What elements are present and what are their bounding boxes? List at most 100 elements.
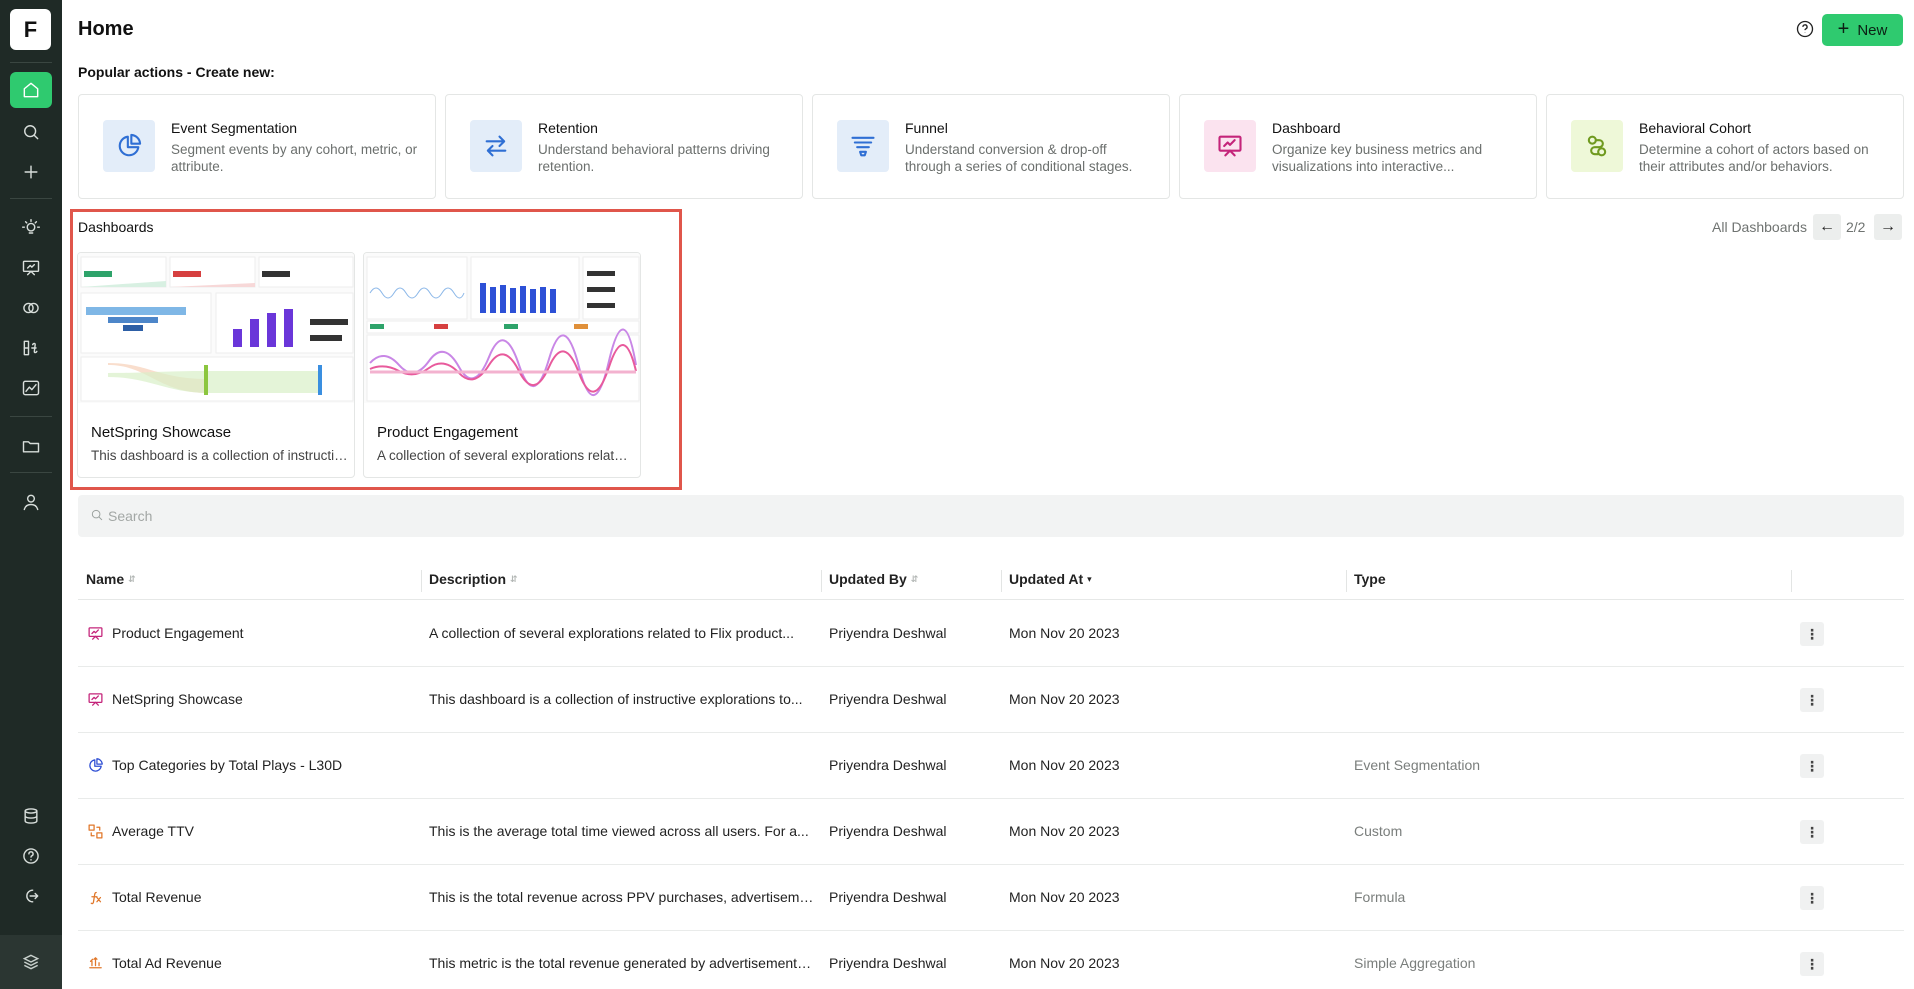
dashboard-card-title: Product Engagement [377,424,518,441]
kebab-icon: ⋮ [1805,823,1819,840]
sidebar-item-insights[interactable] [10,210,52,246]
next-page-button[interactable]: → [1874,214,1902,240]
new-button-label: New [1857,21,1888,39]
presentation-icon [22,260,40,276]
sidebar-item-profile[interactable] [10,484,52,520]
search-icon [24,125,39,140]
table-row[interactable]: Product Engagement A collection of sever… [78,601,1904,667]
row-name[interactable]: NetSpring Showcase [112,691,243,707]
sidebar-item-files[interactable] [10,428,52,464]
plus-icon: + [1837,18,1850,40]
dashboard-icon [86,690,104,708]
row-updated-at: Mon Nov 20 2023 [1009,889,1120,905]
lightbulb-icon [21,218,41,234]
kebab-icon: ⋮ [1805,691,1819,708]
sidebar-item-reports[interactable] [10,370,52,406]
column-header-type[interactable]: Type [1354,571,1386,587]
arrow-right-icon: → [1880,218,1896,235]
sidebar-divider [10,62,52,63]
popular-actions-label: Popular actions - Create new: [78,64,275,80]
column-header-updated-at[interactable]: Updated At ▾ [1009,571,1092,587]
row-menu-button[interactable]: ⋮ [1800,820,1824,844]
sidebar-item-metrics[interactable] [10,330,52,366]
dashboard-preview-image [364,253,640,403]
column-divider [1791,570,1792,592]
row-updated-by: Priyendra Deshwal [829,625,947,641]
row-name[interactable]: Product Engagement [112,625,244,641]
logout-icon [26,889,39,903]
row-description: This metric is the total revenue generat… [429,955,814,971]
row-name[interactable]: Total Ad Revenue [112,955,222,971]
column-label: Updated By [829,571,907,587]
sidebar: F [0,0,62,989]
sort-icon: ⇵ [510,573,518,584]
kebab-icon: ⋮ [1805,955,1819,972]
search-input[interactable] [108,505,708,527]
sidebar-divider [10,198,52,199]
column-header-updated-by[interactable]: Updated By ⇵ [829,571,918,587]
column-header-description[interactable]: Description ⇵ [429,571,518,587]
page-title: Home [78,18,134,40]
row-menu-button[interactable]: ⋮ [1800,952,1824,976]
card-title: Dashboard [1272,120,1341,136]
dashboard-card-title: NetSpring Showcase [91,424,232,441]
table-row[interactable]: Total Revenue This is the total revenue … [78,865,1904,931]
overlapping-circles-icon [23,302,39,314]
row-name[interactable]: Top Categories by Total Plays - L30D [112,757,342,773]
sort-icon: ⇵ [910,573,919,584]
kebab-icon: ⋮ [1805,889,1819,906]
row-menu-button[interactable]: ⋮ [1800,886,1824,910]
table-row[interactable]: NetSpring Showcase This dashboard is a c… [78,667,1904,733]
all-dashboards-link[interactable]: All Dashboards [1712,219,1807,235]
new-button[interactable]: + New [1822,14,1903,46]
row-name[interactable]: Total Revenue [112,889,202,905]
row-description: This is the total revenue across PPV pur… [429,889,814,905]
help-icon [23,848,39,864]
card-title: Funnel [905,120,948,136]
row-menu-button[interactable]: ⋮ [1800,688,1824,712]
row-menu-button[interactable]: ⋮ [1800,622,1824,646]
sidebar-item-create[interactable] [10,154,52,190]
dashboard-icon [86,624,104,642]
sidebar-item-dashboards[interactable] [10,250,52,286]
row-name[interactable]: Average TTV [112,823,194,839]
app-logo[interactable]: F [10,9,51,50]
sidebar-item-help[interactable] [10,838,52,874]
table-row[interactable]: Average TTV This is the average total ti… [78,799,1904,865]
row-updated-by: Priyendra Deshwal [829,889,947,905]
card-description: Organize key business metrics and visual… [1272,142,1483,174]
table-row[interactable]: Top Categories by Total Plays - L30D Pri… [78,733,1904,799]
row-menu-button[interactable]: ⋮ [1800,754,1824,778]
column-divider [421,570,422,592]
sidebar-item-cohorts[interactable] [10,290,52,326]
table-row[interactable]: Total Ad Revenue This metric is the tota… [78,931,1904,989]
prev-page-button[interactable]: ← [1813,214,1841,240]
create-retention-card[interactable]: Retention Understand behavioral patterns… [445,94,803,199]
create-funnel-card[interactable]: Funnel Understand conversion & drop-off … [812,94,1170,199]
sidebar-item-home[interactable] [10,72,52,108]
column-label: Type [1354,571,1386,587]
dashboard-card-product-engagement[interactable]: Product Engagement A collection of sever… [363,252,641,478]
database-icon [24,808,38,824]
create-event-segmentation-card[interactable]: Event Segmentation Segment events by any… [78,94,436,199]
create-behavioral-cohort-card[interactable]: Behavioral Cohort Determine a cohort of … [1546,94,1904,199]
sidebar-item-data[interactable] [10,798,52,834]
help-button[interactable] [1795,19,1815,39]
row-description: This is the average total time viewed ac… [429,823,809,839]
sidebar-item-workspace[interactable] [0,935,62,989]
column-divider [821,570,822,592]
column-header-name[interactable]: Name ⇵ [86,571,136,587]
popular-actions: Event Segmentation Segment events by any… [78,94,1904,199]
page-count: 2/2 [1846,219,1866,235]
create-dashboard-card[interactable]: Dashboard Organize key business metrics … [1179,94,1537,199]
sidebar-item-search[interactable] [10,114,52,150]
row-updated-by: Priyendra Deshwal [829,823,947,839]
search-icon [90,508,104,522]
sidebar-item-logout[interactable] [10,878,52,914]
chart-image-icon [22,380,40,396]
dashboards-label: Dashboards [78,219,154,235]
row-type: Custom [1354,823,1403,839]
dashboard-thumbnail [364,253,640,403]
dashboard-card-netspring-showcase[interactable]: NetSpring Showcase This dashboard is a c… [77,252,355,478]
row-updated-at: Mon Nov 20 2023 [1009,691,1120,707]
